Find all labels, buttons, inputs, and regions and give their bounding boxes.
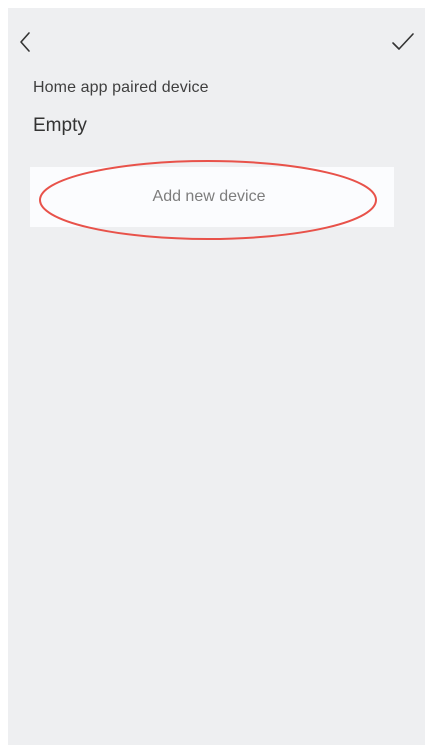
checkmark-icon (392, 33, 414, 50)
back-button[interactable] (14, 28, 38, 56)
paired-device-label: Home app paired device (33, 79, 209, 96)
settings-screen: Home app paired device Empty Add new dev… (8, 8, 425, 745)
confirm-button[interactable] (389, 28, 417, 56)
paired-device-status: Empty (33, 115, 87, 136)
add-new-device-label: Add new device (152, 188, 266, 205)
chevron-left-icon (20, 32, 30, 52)
add-new-device-button[interactable]: Add new device (30, 167, 394, 227)
